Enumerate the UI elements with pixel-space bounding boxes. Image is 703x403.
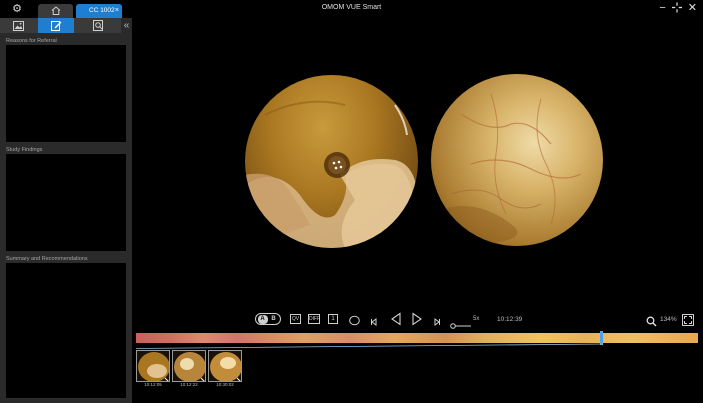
ab-toggle-b: B <box>271 315 276 322</box>
study-findings-field[interactable] <box>6 154 126 251</box>
endoscopy-image-a-graphic <box>245 100 418 248</box>
play-reverse-button[interactable] <box>390 312 402 331</box>
thumbnail-3-image <box>209 351 241 381</box>
reasons-for-referral-field[interactable] <box>6 45 126 142</box>
section-findings-label: Study Findings <box>6 147 43 153</box>
thumbnail-1-image <box>137 351 169 381</box>
title-bar: ⚙ CC 1002 × OMOM VUE Smart − ✕ <box>0 0 703 18</box>
section-reasons-label: Reasons for Referral <box>6 38 57 44</box>
section-summary-label: Summary and Recommendations <box>6 256 88 262</box>
step-back-icon <box>371 318 377 326</box>
window-controls: − ✕ <box>659 2 697 15</box>
step-back-button[interactable] <box>369 314 379 332</box>
oval-icon <box>349 315 360 326</box>
thumbnail-1-time: 10:12:05 <box>144 382 162 387</box>
thumbnail-2-image <box>173 351 205 381</box>
tab-images[interactable] <box>0 18 36 33</box>
minimize-icon[interactable]: − <box>659 2 665 15</box>
endoscopy-image-b-graphic <box>431 93 582 246</box>
timeline-progress-line <box>136 343 604 349</box>
video-timeline[interactable] <box>136 333 698 343</box>
thumbnail-3[interactable] <box>208 350 242 382</box>
fullscreen-button[interactable] <box>682 313 694 331</box>
step-forward-icon <box>434 318 440 326</box>
edit-icon <box>50 21 61 31</box>
play-reverse-icon <box>391 312 401 326</box>
endoscopy-image-a[interactable] <box>245 75 418 248</box>
thumbnail-1[interactable] <box>136 350 170 382</box>
app-title: OMOM VUE Smart <box>321 4 382 11</box>
collapse-panel-icon[interactable]: « <box>121 18 132 33</box>
thumbnail-3-time: 10:30:02 <box>216 382 234 387</box>
close-window-icon[interactable]: ✕ <box>688 2 697 15</box>
image-icon <box>12 20 24 31</box>
single-view-button[interactable]: 1 <box>328 314 338 324</box>
speed-slider-track <box>450 323 471 329</box>
endoscopy-image-b[interactable] <box>431 74 603 246</box>
restore-icon[interactable] <box>671 2 682 15</box>
thumbnail-2-time: 10:12:22 <box>180 382 198 387</box>
report-panel-tabs: « <box>0 18 132 33</box>
zoom-level: 134% <box>660 316 677 323</box>
capsule-view-button[interactable] <box>349 313 360 331</box>
play-icon <box>412 312 422 326</box>
play-button[interactable] <box>411 312 423 331</box>
quick-view-button[interactable]: QV <box>290 314 301 324</box>
thumbnail-2[interactable] <box>172 350 206 382</box>
report-panel: « Reasons for Referral Study Findings Su… <box>0 18 132 403</box>
speed-value: 5x <box>473 316 480 322</box>
ab-compare-toggle[interactable]: A B <box>255 313 281 325</box>
tab-report[interactable] <box>38 18 74 33</box>
tab-review[interactable] <box>80 18 116 33</box>
magnifier-icon <box>646 316 657 327</box>
step-forward-button[interactable] <box>432 314 442 332</box>
diff-view-button[interactable]: DIFF <box>308 314 320 324</box>
speed-slider[interactable] <box>450 316 472 329</box>
summary-recommendations-field[interactable] <box>6 263 126 398</box>
current-time: 10:12:39 <box>497 316 523 323</box>
fullscreen-icon <box>682 314 694 326</box>
zoom-button[interactable] <box>646 314 657 332</box>
search-icon <box>92 20 103 31</box>
ab-toggle-a: A <box>257 314 268 324</box>
